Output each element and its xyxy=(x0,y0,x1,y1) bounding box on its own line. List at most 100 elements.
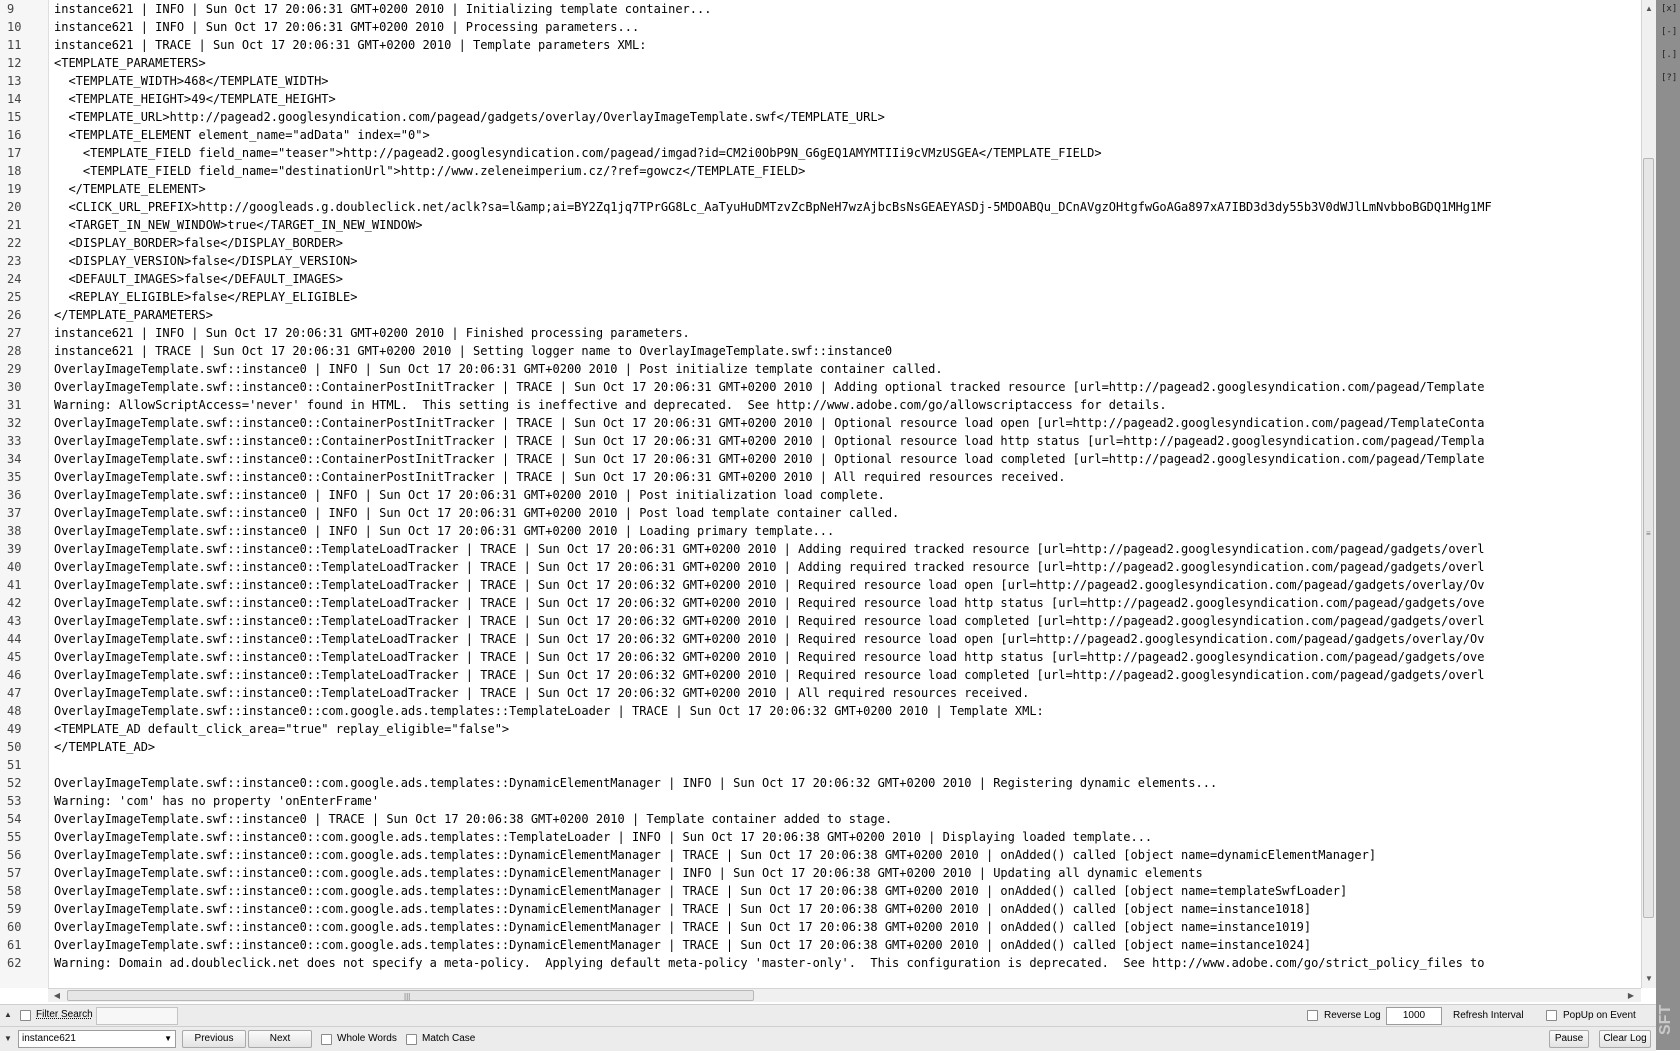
line-number: 37 xyxy=(7,506,22,520)
line-number: 54 xyxy=(7,812,22,826)
line-number: 33 xyxy=(7,434,22,448)
filter-search-checkbox[interactable] xyxy=(20,1010,31,1021)
line-number: 42 xyxy=(7,596,22,610)
line-number: 35 xyxy=(7,470,22,484)
log-line-text: OverlayImageTemplate.swf::instance0::Con… xyxy=(54,452,1485,466)
vertical-scroll-thumb[interactable]: ≡ xyxy=(1643,158,1654,918)
log-line: 16 <TEMPLATE_ELEMENT element_name="adDat… xyxy=(0,126,1641,144)
log-line: 23 <DISPLAY_VERSION>false</DISPLAY_VERSI… xyxy=(0,252,1641,270)
search-input[interactable]: instance621 ▼ xyxy=(18,1030,176,1048)
filter-search-field[interactable] xyxy=(96,1007,178,1025)
log-viewer[interactable]: 9 instance621 | INFO | Sun Oct 17 20:06:3… xyxy=(0,0,1642,988)
chevron-down-icon[interactable]: ▼ xyxy=(164,1031,172,1047)
line-number: 40 xyxy=(7,560,22,574)
log-line-text: OverlayImageTemplate.swf::instance0 | IN… xyxy=(54,488,885,502)
log-line-text: <TEMPLATE_HEIGHT>49</TEMPLATE_HEIGHT> xyxy=(54,92,336,106)
log-line: 19 </TEMPLATE_ELEMENT> xyxy=(0,180,1641,198)
restore-button[interactable]: [.] xyxy=(1661,48,1677,62)
log-line-text: <TARGET_IN_NEW_WINDOW>true</TARGET_IN_NE… xyxy=(54,218,423,232)
log-line: 42 OverlayImageTemplate.swf::instance0::T… xyxy=(0,594,1641,612)
line-number: 22 xyxy=(7,236,22,250)
line-number: 30 xyxy=(7,380,22,394)
close-button[interactable]: [x] xyxy=(1661,2,1677,16)
line-number: 26 xyxy=(7,308,22,322)
line-number: 16 xyxy=(7,128,22,142)
log-line-text: instance621 | TRACE | Sun Oct 17 20:06:3… xyxy=(54,38,647,52)
popup-on-event-checkbox[interactable] xyxy=(1546,1010,1557,1021)
whole-words-checkbox[interactable] xyxy=(321,1034,332,1045)
log-line: 15 <TEMPLATE_URL>http://pagead2.googlesy… xyxy=(0,108,1641,126)
log-line-text: Warning: AllowScriptAccess='never' found… xyxy=(54,398,1167,412)
line-number: 24 xyxy=(7,272,22,286)
line-number: 49 xyxy=(7,722,22,736)
scroll-down-arrow-icon[interactable]: ▼ xyxy=(1642,972,1656,985)
help-button[interactable]: [?] xyxy=(1661,71,1677,85)
line-number: 21 xyxy=(7,218,22,232)
log-line-text: OverlayImageTemplate.swf::instance0::com… xyxy=(54,938,1312,952)
log-line: 56 OverlayImageTemplate.swf::instance0::c… xyxy=(0,846,1641,864)
log-line: 38 OverlayImageTemplate.swf::instance0 | … xyxy=(0,522,1641,540)
vertical-scrollbar[interactable]: ▲ ≡ ▼ xyxy=(1641,0,1656,988)
line-number: 53 xyxy=(7,794,22,808)
scroll-left-arrow-icon[interactable]: ◀ xyxy=(50,989,64,1002)
log-line: 11 instance621 | TRACE | Sun Oct 17 20:06… xyxy=(0,36,1641,54)
line-number: 44 xyxy=(7,632,22,646)
log-line-text: OverlayImageTemplate.swf::instance0::Tem… xyxy=(54,650,1485,664)
log-line: 12 <TEMPLATE_PARAMETERS> xyxy=(0,54,1641,72)
reverse-log-checkbox[interactable] xyxy=(1307,1010,1318,1021)
horizontal-scrollbar[interactable]: ◀ ||| ▶ xyxy=(48,988,1641,1002)
refresh-interval-label: Refresh Interval xyxy=(1453,1010,1524,1021)
log-line-text: OverlayImageTemplate.swf::instance0::com… xyxy=(54,866,1203,880)
log-line-text: OverlayImageTemplate.swf::instance0::com… xyxy=(54,848,1377,862)
search-toolbar: ▼ instance621 ▼ Previous Next Whole Word… xyxy=(0,1026,1656,1051)
line-number: 36 xyxy=(7,488,22,502)
log-line: 58 OverlayImageTemplate.swf::instance0::c… xyxy=(0,882,1641,900)
log-line-text: OverlayImageTemplate.swf::instance0 | TR… xyxy=(54,812,893,826)
collapse-down-icon[interactable]: ▼ xyxy=(4,1034,12,1044)
log-line: 60 OverlayImageTemplate.swf::instance0::c… xyxy=(0,918,1641,936)
line-number: 20 xyxy=(7,200,22,214)
log-line-text: OverlayImageTemplate.swf::instance0::Tem… xyxy=(54,596,1485,610)
line-number: 9 xyxy=(7,2,15,16)
log-line-text: OverlayImageTemplate.swf::instance0::Tem… xyxy=(54,632,1485,646)
log-line: 20 <CLICK_URL_PREFIX>http://googleads.g.… xyxy=(0,198,1641,216)
previous-button[interactable]: Previous xyxy=(182,1030,246,1048)
log-line-text: <TEMPLATE_FIELD field_name="teaser">http… xyxy=(54,146,1102,160)
log-line: 40 OverlayImageTemplate.swf::instance0::T… xyxy=(0,558,1641,576)
log-line-text: </TEMPLATE_AD> xyxy=(54,740,156,754)
line-number: 17 xyxy=(7,146,22,160)
log-line: 18 <TEMPLATE_FIELD field_name="destinati… xyxy=(0,162,1641,180)
log-line-text: <TEMPLATE_ELEMENT element_name="adData" … xyxy=(54,128,430,142)
next-button[interactable]: Next xyxy=(248,1030,312,1048)
minimize-button[interactable]: [-] xyxy=(1661,25,1677,39)
scroll-right-arrow-icon[interactable]: ▶ xyxy=(1624,989,1638,1002)
line-number: 39 xyxy=(7,542,22,556)
log-line-text: OverlayImageTemplate.swf::instance0::Tem… xyxy=(54,614,1485,628)
filter-search-label: Filter Search xyxy=(36,1009,93,1020)
line-number: 23 xyxy=(7,254,22,268)
log-line: 10 instance621 | INFO | Sun Oct 17 20:06:… xyxy=(0,18,1641,36)
log-line: 50 </TEMPLATE_AD> xyxy=(0,738,1641,756)
reverse-log-label: Reverse Log xyxy=(1324,1010,1381,1021)
whole-words-label: Whole Words xyxy=(337,1033,397,1044)
line-number: 27 xyxy=(7,326,22,340)
log-line-text: OverlayImageTemplate.swf::instance0::com… xyxy=(54,704,1044,718)
line-number: 14 xyxy=(7,92,22,106)
line-number: 12 xyxy=(7,56,22,70)
scroll-grip-icon: ≡ xyxy=(1646,529,1651,538)
sft-logo: SFT xyxy=(1657,1004,1674,1036)
horizontal-scroll-thumb[interactable]: ||| xyxy=(67,990,754,1001)
refresh-interval-input[interactable]: 1000 xyxy=(1386,1007,1442,1025)
scroll-up-arrow-icon[interactable]: ▲ xyxy=(1642,2,1656,15)
collapse-up-icon[interactable]: ▲ xyxy=(4,1010,12,1020)
line-number: 57 xyxy=(7,866,22,880)
match-case-checkbox[interactable] xyxy=(406,1034,417,1045)
log-line-text: OverlayImageTemplate.swf::instance0 | IN… xyxy=(54,524,835,538)
clear-log-button[interactable]: Clear Log xyxy=(1599,1030,1651,1048)
pause-button[interactable]: Pause xyxy=(1549,1030,1589,1048)
log-line-text: </TEMPLATE_PARAMETERS> xyxy=(54,308,213,322)
log-line: 22 <DISPLAY_BORDER>false</DISPLAY_BORDER… xyxy=(0,234,1641,252)
log-line-text: OverlayImageTemplate.swf::instance0 | IN… xyxy=(54,506,900,520)
log-line: 21 <TARGET_IN_NEW_WINDOW>true</TARGET_IN… xyxy=(0,216,1641,234)
log-line: 45 OverlayImageTemplate.swf::instance0::T… xyxy=(0,648,1641,666)
